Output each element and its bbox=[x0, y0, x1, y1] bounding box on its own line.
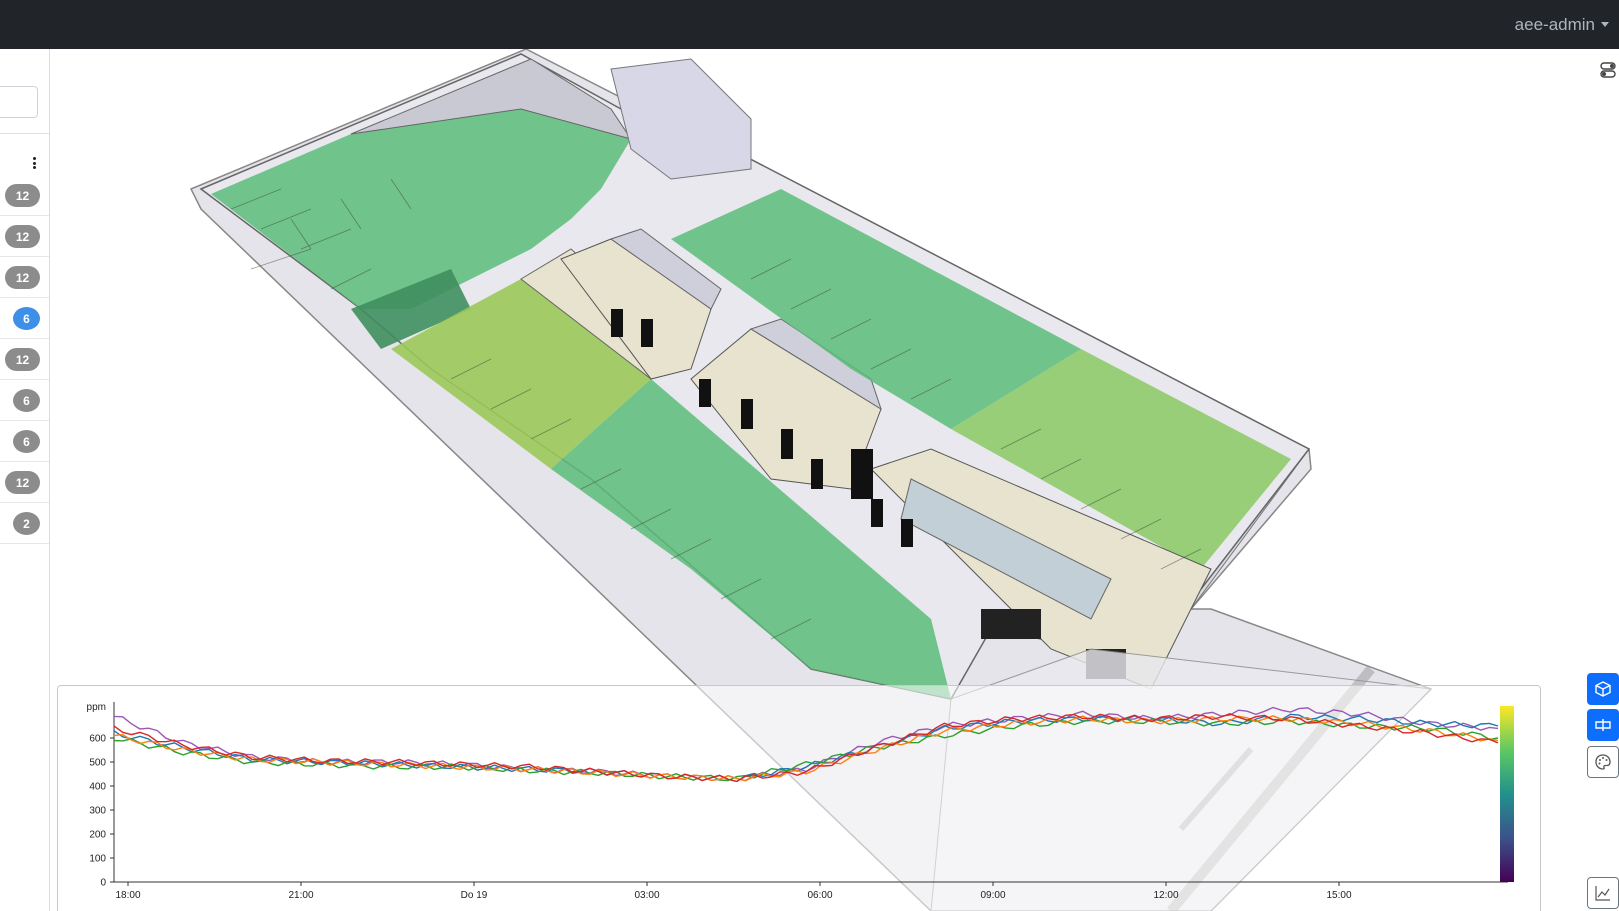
room-list-item[interactable]: 6 bbox=[0, 421, 49, 462]
caret-down-icon bbox=[1601, 22, 1609, 27]
more-options-icon[interactable] bbox=[30, 157, 38, 171]
top-navbar: aee-admin bbox=[0, 0, 1619, 49]
y-tick-label: 100 bbox=[89, 854, 106, 865]
layer-toggle-button[interactable] bbox=[1597, 59, 1619, 81]
room-list-item[interactable]: 12 bbox=[0, 216, 49, 257]
view-3d-button[interactable] bbox=[1587, 673, 1619, 705]
view-floorplan-button[interactable] bbox=[1587, 709, 1619, 741]
series-line bbox=[113, 713, 1499, 783]
room-list-item[interactable]: 12 bbox=[0, 175, 49, 216]
room-count-badge: 6 bbox=[13, 389, 40, 412]
room-list-item[interactable]: 12 bbox=[0, 257, 49, 298]
y-tick-label: 600 bbox=[89, 734, 106, 745]
series-line bbox=[113, 706, 1499, 782]
room-count-badge: 12 bbox=[5, 348, 40, 371]
palette-icon bbox=[1595, 754, 1611, 770]
room-count-badge: 12 bbox=[5, 471, 40, 494]
y-tick-label: 400 bbox=[89, 782, 106, 793]
room-count-badge: 6 bbox=[13, 430, 40, 453]
user-menu[interactable]: aee-admin bbox=[1515, 0, 1609, 49]
y-tick-label: 200 bbox=[89, 830, 106, 841]
line-chart-icon bbox=[1595, 886, 1610, 901]
y-tick-label: 0 bbox=[100, 878, 106, 889]
x-tick-label: 12:00 bbox=[1153, 890, 1178, 901]
x-tick-label: 06:00 bbox=[807, 890, 832, 901]
room-list-item[interactable]: 12 bbox=[0, 462, 49, 503]
chart-toggle-button[interactable] bbox=[1587, 877, 1619, 909]
y-tick-label: 300 bbox=[89, 806, 106, 817]
x-tick-label: 09:00 bbox=[980, 890, 1005, 901]
co2-line-chart: ppm 0 100 200 300 400 500 600 18:00 21:00 Do 19 03:… bbox=[87, 702, 1514, 901]
floorplan-icon bbox=[1595, 719, 1611, 731]
room-count-badge: 6 bbox=[13, 307, 40, 330]
room-sidebar: 12 12 12 6 12 6 6 12 2 bbox=[0, 49, 50, 911]
sensor-chart-panel: ppm 0 100 200 300 400 500 600 18:00 21:00 Do 19 03:… bbox=[57, 685, 1541, 911]
user-name: aee-admin bbox=[1514, 14, 1595, 34]
room-count-badge: 12 bbox=[5, 225, 40, 248]
room-search-input[interactable] bbox=[0, 86, 38, 118]
room-count-badge: 12 bbox=[5, 184, 40, 207]
cube-icon bbox=[1595, 681, 1611, 697]
x-tick-label: Do 19 bbox=[461, 890, 488, 901]
room-list-item[interactable]: 2 bbox=[0, 503, 49, 544]
room-count-badge: 2 bbox=[13, 512, 40, 535]
sidebar-divider bbox=[0, 133, 49, 134]
room-count-badge: 12 bbox=[5, 266, 40, 289]
x-tick-label: 03:00 bbox=[634, 890, 659, 901]
x-tick-label: 15:00 bbox=[1326, 890, 1351, 901]
room-list-item[interactable]: 6 bbox=[0, 380, 49, 421]
y-tick-label: 500 bbox=[89, 758, 106, 769]
toggles-icon bbox=[1600, 62, 1616, 78]
color-palette-button[interactable] bbox=[1587, 746, 1619, 778]
x-tick-label: 18:00 bbox=[115, 890, 140, 901]
color-scale-bar bbox=[1500, 706, 1514, 882]
room-list-item[interactable]: 12 bbox=[0, 339, 49, 380]
room-list-item[interactable]: 6 bbox=[0, 298, 49, 339]
building-3d-view[interactable]: ppm 0 100 200 300 400 500 600 18:00 21:00 Do 19 03:… bbox=[51, 49, 1619, 911]
y-axis-label: ppm bbox=[87, 702, 106, 713]
x-tick-label: 21:00 bbox=[288, 890, 313, 901]
